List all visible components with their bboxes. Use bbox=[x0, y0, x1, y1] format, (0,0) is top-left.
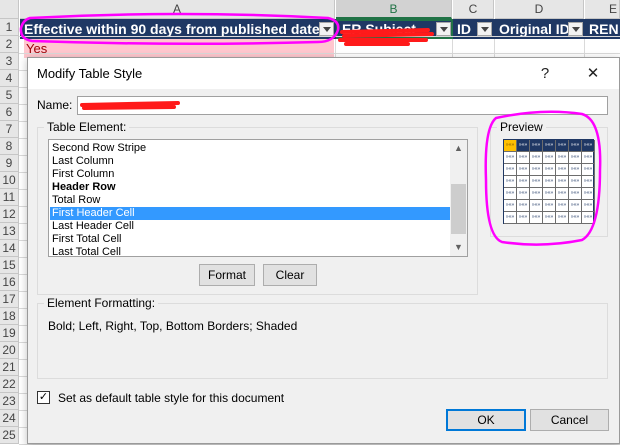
column-header-e[interactable]: E bbox=[585, 0, 620, 19]
row-header[interactable]: 18 bbox=[0, 308, 19, 325]
scroll-down-icon[interactable]: ▼ bbox=[450, 239, 467, 256]
row-header[interactable]: 9 bbox=[0, 155, 19, 172]
annotation-ellipse-stroke bbox=[19, 12, 340, 46]
row-header[interactable]: 10 bbox=[0, 172, 19, 189]
row-header[interactable]: 20 bbox=[0, 342, 19, 359]
format-button[interactable]: Format bbox=[199, 264, 255, 286]
redaction-scribble bbox=[80, 101, 180, 110]
clear-button[interactable]: Clear bbox=[263, 264, 317, 286]
default-style-checkbox[interactable]: ✓ bbox=[37, 391, 50, 404]
gridline bbox=[19, 53, 620, 54]
row-header[interactable]: 23 bbox=[0, 393, 19, 410]
table-element-listbox[interactable]: Second Row Stripe Last Column First Column… bbox=[48, 139, 468, 257]
listbox-scrollbar[interactable]: ▲ ▼ bbox=[450, 140, 467, 256]
row-header[interactable]: 14 bbox=[0, 240, 19, 257]
element-formatting-text: Bold; Left, Right, Top, Bottom Borders; … bbox=[48, 319, 298, 333]
name-label: Name: bbox=[37, 98, 73, 112]
list-item[interactable]: Last Column bbox=[50, 155, 451, 168]
annotation-ellipse-stroke bbox=[484, 110, 602, 246]
redaction-strokes bbox=[80, 101, 180, 110]
list-item[interactable]: Last Total Cell bbox=[50, 246, 451, 256]
element-formatting-label: Element Formatting: bbox=[44, 296, 159, 310]
row-header[interactable]: 11 bbox=[0, 189, 19, 206]
redaction-strokes bbox=[338, 28, 434, 46]
header-cell-e1-text: REN bbox=[589, 21, 619, 37]
row-header[interactable]: 6 bbox=[0, 104, 19, 121]
ok-button[interactable]: OK bbox=[446, 409, 526, 431]
row-header[interactable]: 7 bbox=[0, 121, 19, 138]
filter-dropdown-icon[interactable] bbox=[568, 22, 583, 36]
checkmark-icon: ✓ bbox=[38, 391, 49, 403]
help-button[interactable]: ? bbox=[523, 58, 567, 89]
row-header[interactable]: 22 bbox=[0, 376, 19, 393]
scroll-up-icon[interactable]: ▲ bbox=[450, 140, 467, 157]
row-header[interactable]: 12 bbox=[0, 206, 19, 223]
list-item[interactable]: Header Row bbox=[50, 181, 451, 194]
row-header[interactable]: 15 bbox=[0, 257, 19, 274]
row-header[interactable]: 25 bbox=[0, 427, 19, 444]
row-header[interactable]: 19 bbox=[0, 325, 19, 342]
row-header[interactable]: 13 bbox=[0, 223, 19, 240]
row-header[interactable]: 8 bbox=[0, 138, 19, 155]
row-header[interactable]: 4 bbox=[0, 70, 19, 87]
list-item[interactable]: First Column bbox=[50, 168, 451, 181]
list-item[interactable]: Total Row bbox=[50, 194, 451, 207]
default-style-label[interactable]: Set as default table style for this docu… bbox=[58, 391, 284, 405]
redaction-scribble bbox=[338, 28, 434, 46]
column-header-c[interactable]: C bbox=[453, 0, 494, 19]
row-header[interactable]: 3 bbox=[0, 53, 19, 70]
close-button[interactable]: ✕ bbox=[571, 58, 615, 89]
annotation-ellipse-preview bbox=[484, 110, 602, 246]
header-cell-c1-text: ID bbox=[457, 21, 471, 37]
table-element-label: Table Element: bbox=[44, 120, 130, 134]
filter-dropdown-icon[interactable] bbox=[477, 22, 492, 36]
select-all-corner[interactable] bbox=[0, 0, 19, 19]
close-icon: ✕ bbox=[586, 65, 600, 82]
row-header[interactable]: 2 bbox=[0, 36, 19, 53]
dialog-title: Modify Table Style bbox=[37, 66, 143, 81]
list-item[interactable]: Last Header Cell bbox=[50, 220, 451, 233]
filter-dropdown-icon[interactable] bbox=[436, 22, 451, 36]
scrollbar-thumb[interactable] bbox=[451, 184, 466, 234]
cancel-button[interactable]: Cancel bbox=[530, 409, 609, 431]
column-header-d[interactable]: D bbox=[495, 0, 584, 19]
list-item[interactable]: Second Row Stripe bbox=[50, 142, 451, 155]
row-header[interactable]: 1 bbox=[0, 19, 19, 36]
element-formatting-group: Element Formatting: bbox=[37, 296, 608, 379]
row-header[interactable]: 17 bbox=[0, 291, 19, 308]
row-header[interactable]: 21 bbox=[0, 359, 19, 376]
list-item[interactable]: First Total Cell bbox=[50, 233, 451, 246]
annotation-ellipse-header bbox=[19, 12, 340, 46]
column-header-b[interactable]: B bbox=[336, 0, 452, 19]
list-item[interactable]: First Header Cell bbox=[50, 207, 451, 220]
row-header[interactable]: 16 bbox=[0, 274, 19, 291]
dialog-titlebar[interactable]: Modify Table Style ? ✕ bbox=[28, 58, 619, 89]
row-header[interactable]: 24 bbox=[0, 410, 19, 427]
help-icon: ? bbox=[540, 65, 550, 82]
header-cell-d1-text: Original ID bbox=[499, 21, 570, 37]
row-header[interactable]: 5 bbox=[0, 87, 19, 104]
